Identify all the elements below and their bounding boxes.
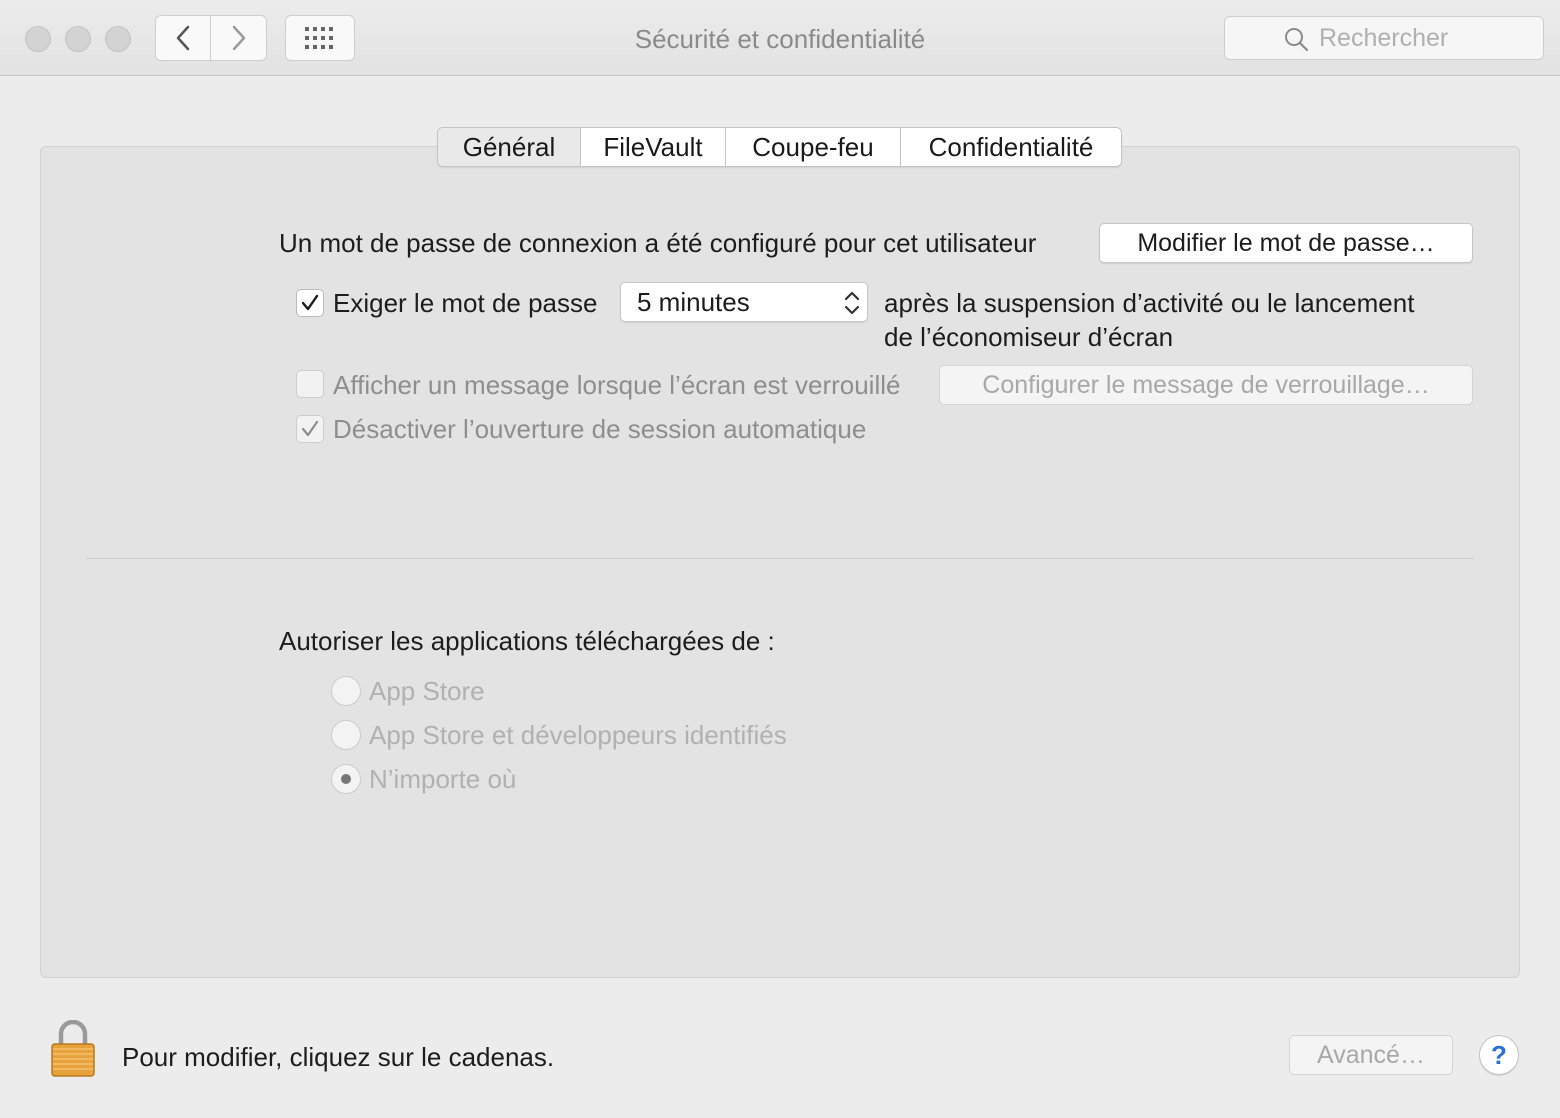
title-bar: Sécurité et confidentialité Rechercher [0, 0, 1560, 76]
require-password-after-text-1: après la suspension d’activité ou le lan… [884, 288, 1415, 318]
tab-general[interactable]: Général [438, 128, 581, 166]
lock-icon[interactable] [50, 1020, 96, 1078]
checkmark-icon [301, 294, 319, 311]
allow-apps-label: Autoriser les applications téléchargées … [279, 626, 775, 656]
section-divider [86, 558, 1474, 559]
tab-privacy[interactable]: Confidentialité [901, 128, 1121, 166]
search-field[interactable]: Rechercher [1224, 16, 1544, 60]
show-message-label: Afficher un message lorsque l’écran est … [333, 370, 901, 400]
help-button[interactable]: ? [1479, 1035, 1519, 1075]
password-status-text: Un mot de passe de connexion a été confi… [279, 228, 1037, 258]
password-delay-value: 5 minutes [637, 286, 750, 317]
radio-app-store-identified[interactable] [331, 720, 361, 750]
require-password-checkbox[interactable] [296, 289, 324, 317]
general-panel [40, 146, 1520, 978]
checkmark-icon [301, 420, 319, 437]
require-password-after-text-2: de l’économiseur d’écran [884, 322, 1174, 352]
change-password-button[interactable]: Modifier le mot de passe… [1099, 223, 1473, 263]
require-password-label: Exiger le mot de passe [333, 288, 598, 318]
advanced-button[interactable]: Avancé… [1289, 1035, 1453, 1075]
disable-autologin-label: Désactiver l’ouverture de session automa… [333, 414, 867, 444]
search-placeholder: Rechercher [1319, 23, 1449, 52]
radio-anywhere[interactable] [331, 764, 361, 794]
tab-filevault[interactable]: FileVault [581, 128, 726, 166]
tab-bar: Général FileVault Coupe-feu Confidential… [437, 127, 1122, 167]
radio-app-store[interactable] [331, 676, 361, 706]
lock-instruction-text: Pour modifier, cliquez sur le cadenas. [122, 1042, 555, 1072]
tab-firewall[interactable]: Coupe-feu [726, 128, 901, 166]
configure-lock-message-button[interactable]: Configurer le message de verrouillage… [939, 365, 1473, 405]
radio-anywhere-label: N’importe où [369, 764, 517, 794]
radio-app-store-label: App Store [369, 676, 485, 706]
radio-selected-dot [341, 774, 351, 784]
password-delay-popup[interactable]: 5 minutes [620, 282, 868, 322]
disable-autologin-checkbox[interactable] [296, 415, 324, 443]
radio-app-store-identified-label: App Store et développeurs identifiés [369, 720, 787, 750]
up-down-arrows-icon [844, 291, 860, 315]
show-message-checkbox[interactable] [296, 370, 324, 398]
search-icon [1285, 28, 1309, 52]
